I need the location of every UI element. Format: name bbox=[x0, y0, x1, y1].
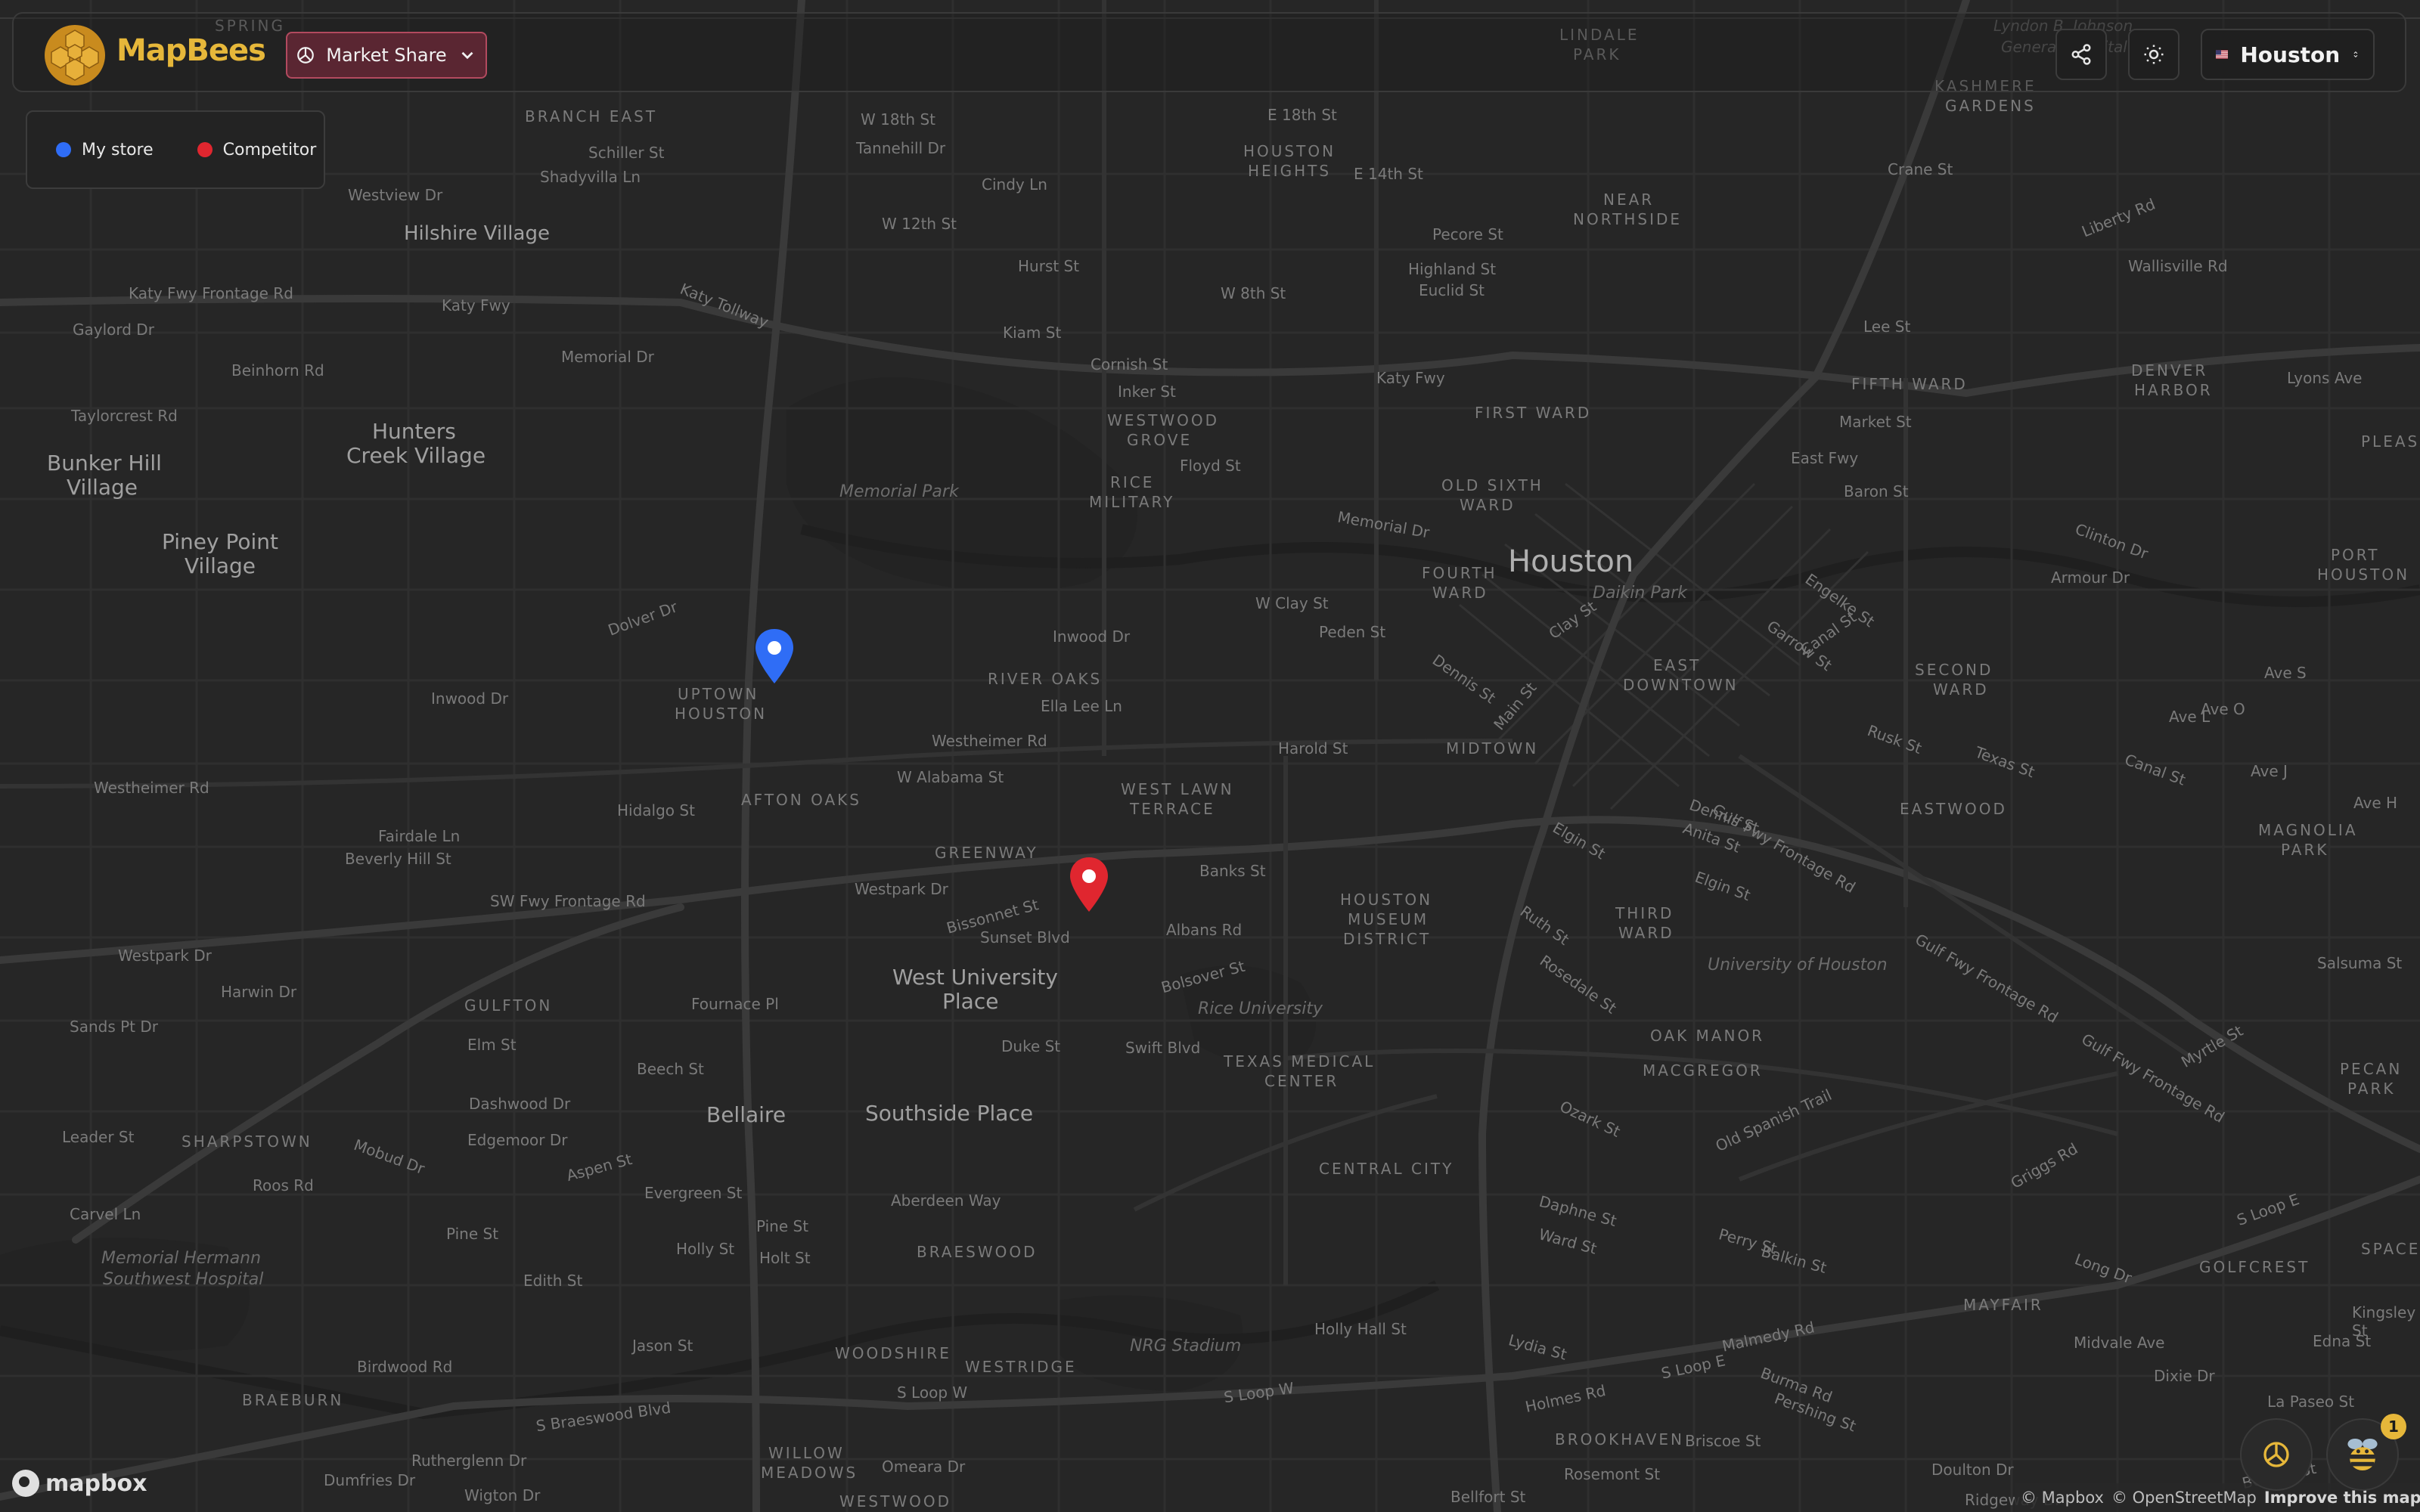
mapbox-wordmark: mapbox bbox=[45, 1470, 147, 1497]
improve-map-link[interactable]: Improve this map bbox=[2264, 1489, 2420, 1507]
sun-icon bbox=[2144, 45, 2164, 64]
theme-toggle-button[interactable] bbox=[2128, 29, 2180, 80]
attrib-osm-link[interactable]: © OpenStreetMap bbox=[2111, 1489, 2257, 1507]
pie-chart-icon bbox=[297, 47, 315, 64]
market-share-dropdown[interactable]: Market Share bbox=[286, 32, 487, 79]
notification-badge: 1 bbox=[2381, 1414, 2406, 1439]
us-flag-icon bbox=[2216, 50, 2229, 59]
legend-label: Competitor bbox=[222, 140, 317, 160]
legend-dot-my-store bbox=[56, 142, 71, 157]
share-icon bbox=[2071, 44, 2091, 65]
attrib-mapbox-link[interactable]: © Mapbox bbox=[2021, 1489, 2104, 1507]
legend: My store Competitor bbox=[26, 110, 325, 189]
pie-chart-button[interactable] bbox=[2240, 1418, 2313, 1491]
mapbox-icon bbox=[12, 1470, 39, 1497]
market-share-label: Market Share bbox=[326, 45, 447, 66]
city-label: Houston bbox=[2240, 42, 2341, 67]
pie-chart-icon bbox=[2263, 1442, 2289, 1467]
legend-item-competitor[interactable]: Competitor bbox=[197, 140, 317, 160]
legend-dot-competitor bbox=[197, 142, 213, 157]
brand-name: MapBees bbox=[116, 33, 266, 68]
app-root: Houston Bellaire West University Place S… bbox=[0, 0, 2420, 1512]
chevron-updown-icon bbox=[2353, 51, 2358, 57]
mapbox-logo[interactable]: mapbox bbox=[12, 1470, 147, 1497]
mapbees-logo-icon[interactable] bbox=[42, 23, 107, 88]
chevron-down-icon bbox=[461, 51, 473, 60]
city-selector[interactable]: Houston bbox=[2201, 29, 2375, 80]
legend-label: My store bbox=[82, 140, 154, 160]
competitor-marker[interactable] bbox=[1068, 856, 1110, 913]
legend-item-my-store[interactable]: My store bbox=[56, 141, 154, 160]
bee-icon bbox=[2347, 1439, 2378, 1470]
map-canvas[interactable] bbox=[0, 0, 2420, 1512]
share-button[interactable] bbox=[2055, 29, 2107, 80]
my-store-marker[interactable] bbox=[753, 627, 796, 685]
